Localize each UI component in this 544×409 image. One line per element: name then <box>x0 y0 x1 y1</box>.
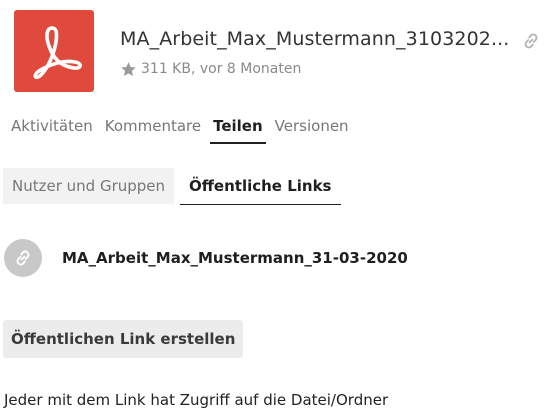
file-name: MA_Arbeit_Max_Mustermann_3103202... <box>120 28 510 50</box>
file-meta-text: 311 KB, vor 8 Monaten <box>141 61 302 77</box>
public-link-hint: Jeder mit dem Link hat Zugriff auf die D… <box>4 391 389 409</box>
tab-kommentare[interactable]: Kommentare <box>102 116 204 142</box>
pdf-acrobat-icon <box>33 26 82 80</box>
subtab-public-links[interactable]: Öffentliche Links <box>180 168 341 205</box>
link-icon[interactable] <box>522 32 540 50</box>
tab-aktivitaeten[interactable]: Aktivitäten <box>8 116 96 142</box>
link-avatar <box>4 239 42 277</box>
tab-versionen[interactable]: Versionen <box>272 116 352 142</box>
sidebar-tabs: Aktivitäten Kommentare Teilen Versionen <box>8 116 358 144</box>
star-icon[interactable] <box>120 61 137 78</box>
public-link-entry[interactable]: MA_Arbeit_Max_Mustermann_31-03-2020 <box>4 238 408 278</box>
link-icon <box>16 250 30 266</box>
subtab-users-groups[interactable]: Nutzer und Gruppen <box>3 168 175 204</box>
tab-teilen[interactable]: Teilen <box>210 116 266 144</box>
share-subtabs: Nutzer und Gruppen Öffentliche Links <box>3 168 347 206</box>
create-public-link-button[interactable]: Öffentlichen Link erstellen <box>3 320 244 358</box>
pdf-thumbnail[interactable] <box>14 10 94 92</box>
public-link-name[interactable]: MA_Arbeit_Max_Mustermann_31-03-2020 <box>62 249 408 267</box>
file-meta: 311 KB, vor 8 Monaten <box>120 60 301 78</box>
file-header: MA_Arbeit_Max_Mustermann_3103202... 311 … <box>14 10 538 92</box>
